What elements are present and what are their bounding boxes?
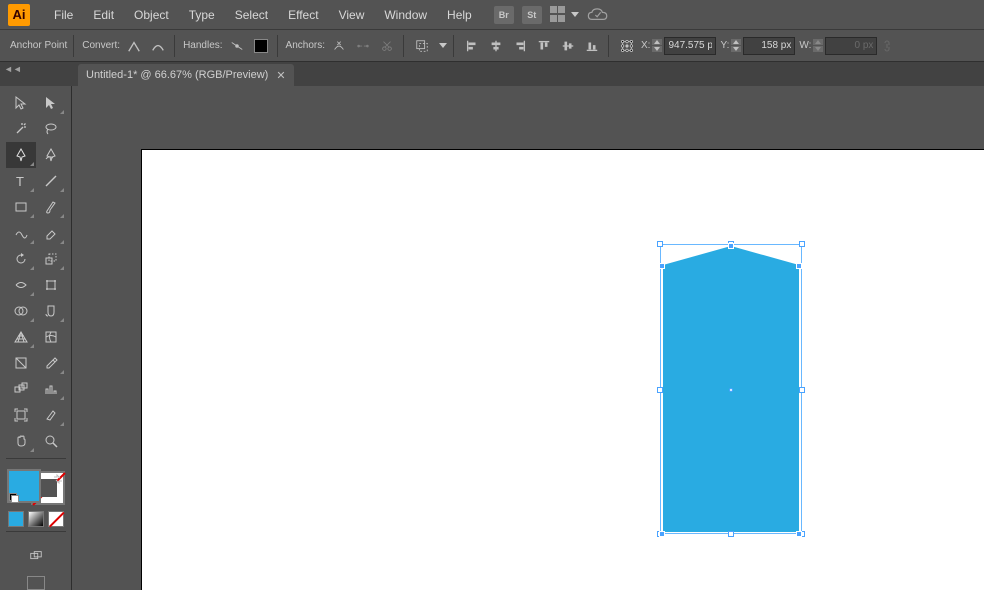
convert-smooth-icon[interactable] xyxy=(148,36,168,56)
hand-tool[interactable] xyxy=(6,428,36,454)
anchors-label: Anchors: xyxy=(286,40,325,51)
rotate-tool[interactable] xyxy=(6,246,36,272)
menu-file[interactable]: File xyxy=(44,4,83,26)
cut-path-icon[interactable] xyxy=(377,36,397,56)
paintbrush-tool[interactable] xyxy=(36,194,66,220)
zoom-tool[interactable] xyxy=(36,428,66,454)
canvas[interactable] xyxy=(72,86,984,590)
gradient-mode-icon[interactable] xyxy=(28,511,44,527)
gpu-preview-icon[interactable] xyxy=(587,8,609,22)
default-fill-stroke-icon[interactable] xyxy=(9,493,19,503)
menu-bar: Ai File Edit Object Type Select Effect V… xyxy=(0,0,984,30)
isolate-menu-icon[interactable] xyxy=(439,43,447,48)
align-left-icon[interactable] xyxy=(462,36,482,56)
show-handles-icon[interactable] xyxy=(227,36,247,56)
svg-text:T: T xyxy=(16,174,24,189)
shape-builder-tool[interactable] xyxy=(6,298,36,324)
x-input[interactable] xyxy=(664,37,716,55)
arrange-documents-icon[interactable] xyxy=(550,6,579,24)
x-label: X: xyxy=(641,40,650,51)
align-vcenter-icon[interactable] xyxy=(558,36,578,56)
toolbox: T xyxy=(0,86,72,590)
main-area: T xyxy=(0,86,984,590)
align-hcenter-icon[interactable] xyxy=(486,36,506,56)
convert-corner-icon[interactable] xyxy=(124,36,144,56)
column-graph-tool[interactable] xyxy=(36,376,66,402)
y-label: Y: xyxy=(720,40,729,51)
document-tab-title: Untitled-1* @ 66.67% (RGB/Preview) xyxy=(86,69,268,81)
type-tool[interactable]: T xyxy=(6,168,36,194)
live-paint-tool[interactable] xyxy=(36,298,66,324)
w-input[interactable] xyxy=(825,37,877,55)
free-transform-tool[interactable] xyxy=(36,272,66,298)
curvature-tool[interactable] xyxy=(36,142,66,168)
w-label: W: xyxy=(799,40,811,51)
selection-box xyxy=(660,244,802,534)
document-tab[interactable]: Untitled-1* @ 66.67% (RGB/Preview) ✕ xyxy=(78,64,294,86)
fill-stroke-picker[interactable] xyxy=(7,469,65,506)
align-bottom-icon[interactable] xyxy=(582,36,602,56)
menu-window[interactable]: Window xyxy=(374,4,437,26)
eyedropper-tool[interactable] xyxy=(36,350,66,376)
isolate-icon[interactable] xyxy=(412,36,432,56)
bridge-icon[interactable]: Br xyxy=(494,6,514,24)
stock-icon[interactable]: St xyxy=(522,6,542,24)
scale-tool[interactable] xyxy=(36,246,66,272)
gradient-tool[interactable] xyxy=(6,350,36,376)
connect-anchor-icon[interactable] xyxy=(353,36,373,56)
app-logo-icon: Ai xyxy=(8,4,30,26)
mode-label: Anchor Point xyxy=(10,40,67,51)
y-spinner[interactable] xyxy=(731,39,741,52)
menu-view[interactable]: View xyxy=(329,4,375,26)
line-tool[interactable] xyxy=(36,168,66,194)
control-bar: Anchor Point Convert: Handles: Anchors: … xyxy=(0,30,984,62)
menu-select[interactable]: Select xyxy=(225,4,278,26)
menu-effect[interactable]: Effect xyxy=(278,4,328,26)
menu-edit[interactable]: Edit xyxy=(83,4,124,26)
handles-label: Handles: xyxy=(183,40,222,51)
panel-collapse-handle[interactable]: ◄◄ xyxy=(4,64,16,74)
pen-tool[interactable] xyxy=(6,142,36,168)
document-tab-row: Untitled-1* @ 66.67% (RGB/Preview) ✕ xyxy=(0,62,984,86)
eraser-tool[interactable] xyxy=(36,220,66,246)
reference-point-icon[interactable] xyxy=(617,36,637,56)
anchor-point[interactable] xyxy=(659,263,665,269)
anchor-point[interactable] xyxy=(659,531,665,537)
menu-type[interactable]: Type xyxy=(179,4,225,26)
remove-anchor-icon[interactable] xyxy=(329,36,349,56)
width-tool[interactable] xyxy=(6,272,36,298)
y-input[interactable] xyxy=(743,37,795,55)
lasso-tool[interactable] xyxy=(36,116,66,142)
artboard[interactable] xyxy=(142,150,984,590)
blend-tool[interactable] xyxy=(6,376,36,402)
rectangle-tool[interactable] xyxy=(6,194,36,220)
x-spinner[interactable] xyxy=(652,39,662,52)
magic-wand-tool[interactable] xyxy=(6,116,36,142)
direct-selection-tool[interactable] xyxy=(36,90,66,116)
perspective-grid-tool[interactable] xyxy=(6,324,36,350)
slice-tool[interactable] xyxy=(36,402,66,428)
anchor-point[interactable] xyxy=(728,243,734,249)
swap-fill-stroke-icon[interactable] xyxy=(53,471,63,481)
close-tab-icon[interactable]: ✕ xyxy=(276,69,285,82)
drawing-mode-icon[interactable] xyxy=(26,546,46,566)
screen-mode-icon[interactable] xyxy=(27,576,45,590)
mesh-tool[interactable] xyxy=(36,324,66,350)
anchor-point[interactable] xyxy=(796,531,802,537)
artboard-tool[interactable] xyxy=(6,402,36,428)
align-top-icon[interactable] xyxy=(534,36,554,56)
shaper-tool[interactable] xyxy=(6,220,36,246)
color-mode-icon[interactable] xyxy=(8,511,24,527)
align-right-icon[interactable] xyxy=(510,36,530,56)
none-mode-icon[interactable] xyxy=(48,511,64,527)
menu-help[interactable]: Help xyxy=(437,4,482,26)
constrain-proportions-icon[interactable] xyxy=(881,40,893,52)
menu-object[interactable]: Object xyxy=(124,4,179,26)
hide-handles-icon[interactable] xyxy=(251,36,271,56)
convert-label: Convert: xyxy=(82,40,120,51)
selection-tool[interactable] xyxy=(6,90,36,116)
anchor-point[interactable] xyxy=(796,263,802,269)
w-spinner[interactable] xyxy=(813,39,823,52)
